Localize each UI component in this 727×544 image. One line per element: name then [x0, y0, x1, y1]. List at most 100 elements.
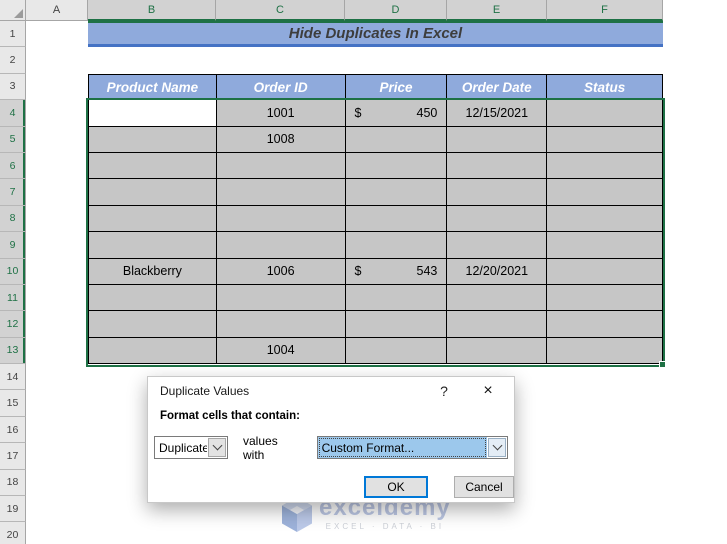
- cell-E9[interactable]: [447, 232, 548, 259]
- row-header-17[interactable]: 17: [0, 443, 26, 470]
- cell-E11[interactable]: [447, 284, 548, 312]
- row-header-7[interactable]: 7: [0, 179, 26, 206]
- cell-E10[interactable]: 12/20/2021: [447, 258, 548, 285]
- values-with-label: values with: [243, 433, 278, 462]
- row-header-20[interactable]: 20: [0, 522, 26, 544]
- row-header-9[interactable]: 9: [0, 232, 26, 259]
- cancel-button[interactable]: Cancel: [454, 476, 514, 498]
- cell-C10[interactable]: 1006: [216, 258, 346, 285]
- row-header-12[interactable]: 12: [0, 311, 26, 338]
- column-header-F[interactable]: F: [547, 0, 663, 21]
- cell-B11[interactable]: [89, 284, 217, 312]
- cell-B9[interactable]: [89, 232, 217, 259]
- cell-C8[interactable]: [216, 205, 346, 233]
- cell-C13[interactable]: 1004: [216, 337, 346, 365]
- cell-D11[interactable]: [345, 284, 448, 312]
- table-row-13: 1004: [89, 337, 663, 365]
- cell-E4[interactable]: 12/15/2021: [447, 100, 548, 127]
- cell-E7[interactable]: [447, 179, 548, 206]
- row-header-11[interactable]: 11: [0, 284, 26, 312]
- duplicate-type-select[interactable]: Duplicate: [154, 436, 228, 459]
- cell-D7[interactable]: [345, 179, 448, 206]
- cell-B8[interactable]: [89, 205, 217, 233]
- cell-F9[interactable]: [547, 232, 663, 259]
- cell-F4[interactable]: [547, 100, 663, 127]
- cell-D4[interactable]: $450: [345, 100, 448, 127]
- cell-D8[interactable]: [345, 205, 448, 233]
- cell-D6[interactable]: [345, 152, 448, 180]
- title-banner-cell[interactable]: Hide Duplicates In Excel: [88, 21, 663, 48]
- cell-B4[interactable]: [89, 100, 217, 127]
- close-icon[interactable]: ×: [480, 382, 496, 400]
- cell-E6[interactable]: [447, 152, 548, 180]
- cell-F12[interactable]: [547, 311, 663, 338]
- cell-D13[interactable]: [345, 337, 448, 365]
- cell-C6[interactable]: [216, 152, 346, 180]
- row-header-4[interactable]: 4: [0, 100, 26, 127]
- duplicate-type-value: Duplicate: [159, 440, 207, 455]
- help-icon[interactable]: ?: [436, 383, 452, 399]
- cell-F11[interactable]: [547, 284, 663, 312]
- cell-D10[interactable]: $543: [345, 258, 448, 285]
- row-header-15[interactable]: 15: [0, 390, 26, 417]
- cell-D5[interactable]: [345, 126, 448, 153]
- cell-B6[interactable]: [89, 152, 217, 180]
- row-header-14[interactable]: 14: [0, 364, 26, 391]
- table-header-status[interactable]: Status: [547, 73, 664, 101]
- banner-title: Hide Duplicates In Excel: [288, 25, 463, 43]
- table-header-product-name[interactable]: Product Name: [89, 73, 217, 101]
- row-header-5[interactable]: 5: [0, 126, 26, 153]
- cell-F13[interactable]: [547, 337, 663, 365]
- cell-C11[interactable]: [216, 284, 346, 312]
- cell-F10[interactable]: [547, 258, 663, 285]
- cell-D12[interactable]: [345, 311, 448, 338]
- format-select[interactable]: Custom Format...: [316, 436, 508, 459]
- dialog-titlebar[interactable]: Duplicate Values ? ×: [148, 377, 514, 405]
- row-header-13[interactable]: 13: [0, 337, 26, 365]
- table-header-order-id[interactable]: Order ID: [216, 73, 346, 101]
- cell-F7[interactable]: [547, 179, 663, 206]
- table-header-price[interactable]: Price: [345, 73, 448, 101]
- select-all-corner[interactable]: [0, 0, 26, 21]
- chevron-glyph: [212, 440, 222, 451]
- cell-E5[interactable]: [447, 126, 548, 153]
- column-header-C[interactable]: C: [216, 0, 345, 21]
- row-header-16[interactable]: 16: [0, 416, 26, 444]
- cell-B5[interactable]: [89, 126, 217, 153]
- row-header-3[interactable]: 3: [0, 73, 26, 101]
- cell-E12[interactable]: [447, 311, 548, 338]
- row-header-8[interactable]: 8: [0, 205, 26, 233]
- row-header-2[interactable]: 2: [0, 47, 26, 74]
- fill-handle[interactable]: [659, 360, 666, 368]
- row-header-6[interactable]: 6: [0, 152, 26, 180]
- ok-button[interactable]: OK: [364, 476, 428, 498]
- cell-B7[interactable]: [89, 179, 217, 206]
- cell-C12[interactable]: [216, 311, 346, 338]
- cell-E8[interactable]: [447, 205, 548, 233]
- cell-C9[interactable]: [216, 232, 346, 259]
- column-header-D[interactable]: D: [345, 0, 447, 21]
- cell-C4[interactable]: 1001: [216, 100, 346, 127]
- column-header-E[interactable]: E: [447, 0, 547, 21]
- cell-B12[interactable]: [89, 311, 217, 338]
- row-header-1[interactable]: 1: [0, 21, 26, 48]
- cell-C5[interactable]: 1008: [216, 126, 346, 153]
- cell-F8[interactable]: [547, 205, 663, 233]
- cell-E13[interactable]: [447, 337, 548, 365]
- cell-F6[interactable]: [547, 152, 663, 180]
- column-headers: ABCDEF: [26, 0, 663, 21]
- column-header-A[interactable]: A: [26, 0, 88, 21]
- chevron-down-icon[interactable]: [208, 438, 226, 457]
- row-header-18[interactable]: 18: [0, 469, 26, 497]
- cell-B13[interactable]: [89, 337, 217, 365]
- cell-B10[interactable]: Blackberry: [89, 258, 217, 285]
- column-header-B[interactable]: B: [88, 0, 216, 21]
- table-header-order-date[interactable]: Order Date: [447, 73, 548, 101]
- row-header-19[interactable]: 19: [0, 496, 26, 523]
- chevron-down-icon[interactable]: [488, 438, 506, 457]
- cell-C7[interactable]: [216, 179, 346, 206]
- cell-D9[interactable]: [345, 232, 448, 259]
- select-all-triangle-icon: [14, 9, 23, 18]
- cell-F5[interactable]: [547, 126, 663, 153]
- row-header-10[interactable]: 10: [0, 258, 26, 285]
